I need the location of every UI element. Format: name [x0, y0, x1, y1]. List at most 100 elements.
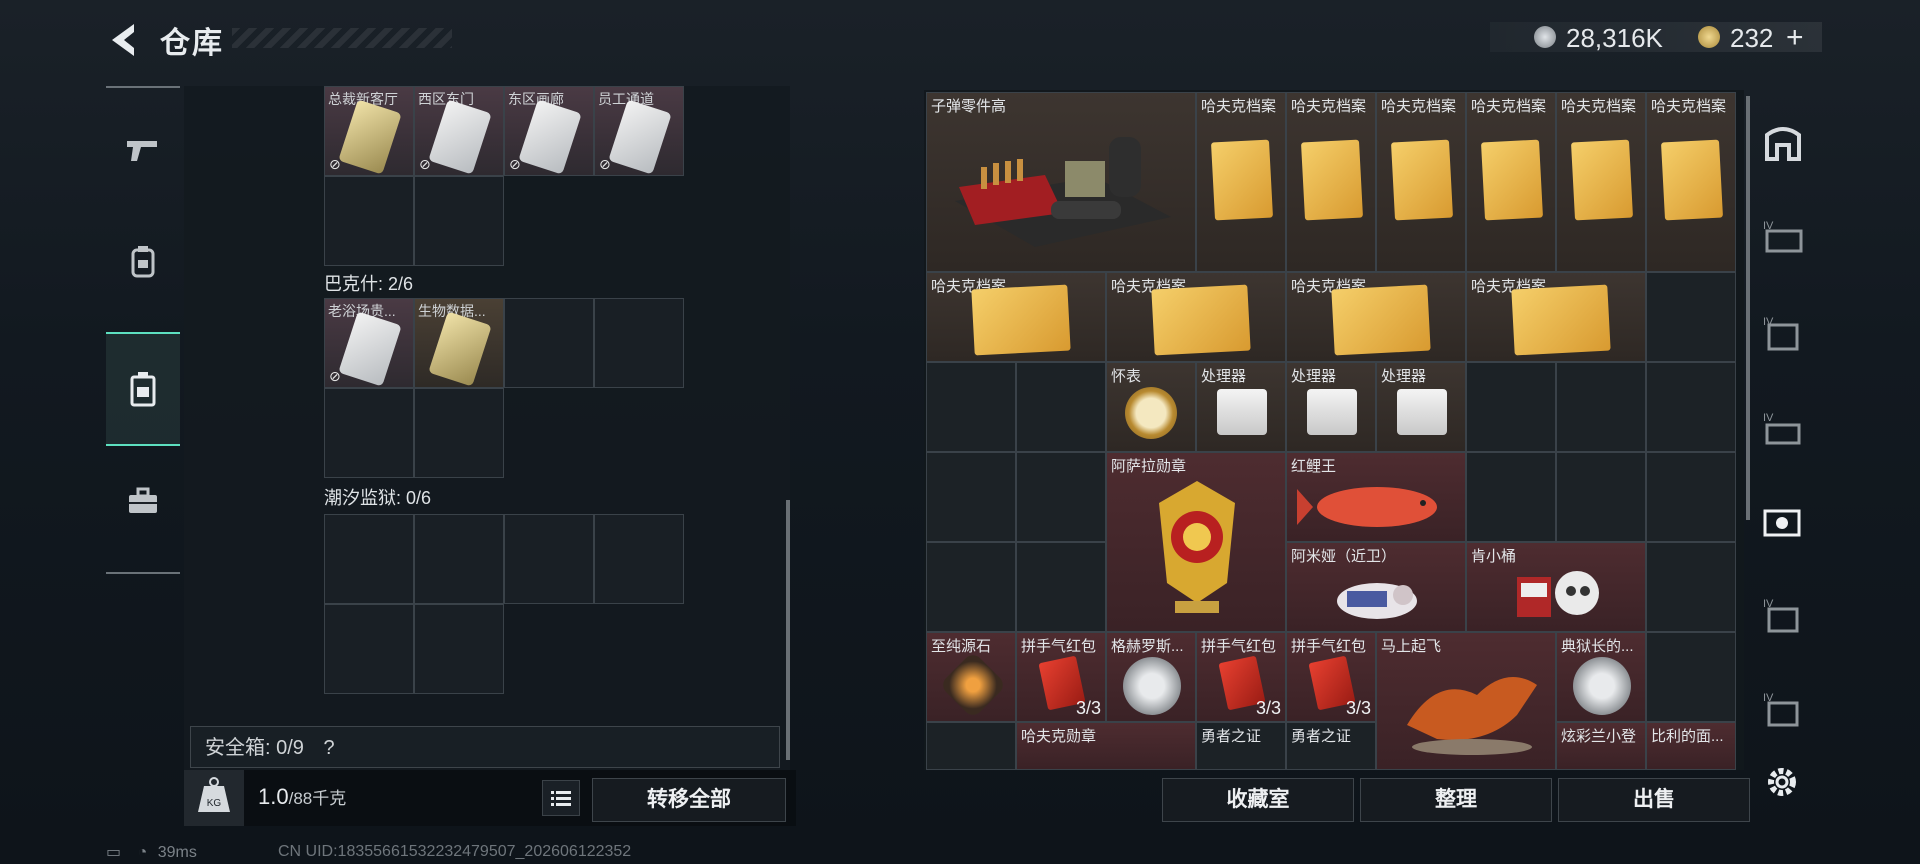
keycard-icon: [338, 311, 402, 387]
item-red-envelope[interactable]: 拼手气红包 3/3: [1016, 632, 1106, 722]
nav-toolbox[interactable]: [106, 446, 180, 556]
right-scrollbar[interactable]: [1746, 96, 1750, 520]
key-card-slot[interactable]: 总裁新客厅 ⊘: [324, 86, 414, 176]
item-pure-originium[interactable]: 至纯源石: [926, 632, 1016, 722]
empty-slot[interactable]: [1646, 632, 1736, 722]
item-pocket-watch[interactable]: 怀表: [1106, 362, 1196, 452]
processor-icon: [1217, 389, 1267, 435]
item-ammo-parts[interactable]: 子弹零件高: [926, 92, 1196, 272]
collection-room-button[interactable]: 收藏室: [1162, 778, 1354, 822]
empty-slot[interactable]: [594, 298, 684, 388]
empty-slot[interactable]: [1016, 362, 1106, 452]
item-warden-coin[interactable]: 典狱长的...: [1556, 632, 1646, 722]
back-arrow-icon[interactable]: [104, 20, 144, 60]
item-horse-statue[interactable]: 马上起飞: [1376, 632, 1556, 770]
empty-slot[interactable]: [324, 388, 414, 478]
item-xuancai-stool[interactable]: 炫彩兰小登: [1556, 722, 1646, 770]
item-brave-proof[interactable]: 勇者之证: [1286, 722, 1376, 770]
empty-slot[interactable]: [324, 514, 414, 604]
empty-slot[interactable]: [414, 176, 504, 266]
item-processor[interactable]: 处理器: [1286, 362, 1376, 452]
item-red-envelope[interactable]: 拼手气红包 3/3: [1196, 632, 1286, 722]
key-card-slot[interactable]: 老浴场贵... ⊘: [324, 298, 414, 388]
empty-slot[interactable]: [414, 604, 504, 694]
empty-slot[interactable]: [324, 176, 414, 266]
item-haf-medal[interactable]: 哈夫克勋章: [1016, 722, 1196, 770]
stash-page-3[interactable]: IV: [1752, 384, 1814, 474]
empty-slot[interactable]: [324, 604, 414, 694]
empty-slot[interactable]: [1466, 362, 1556, 452]
key-card-slot[interactable]: 西区东门 ⊘: [414, 86, 504, 176]
item-haf-archive[interactable]: 哈夫克档案: [1466, 272, 1646, 362]
item-brave-proof[interactable]: 勇者之证: [1196, 722, 1286, 770]
empty-slot[interactable]: [1556, 362, 1646, 452]
empty-slot[interactable]: [1466, 452, 1556, 542]
stash-page-4-active[interactable]: [1752, 476, 1814, 566]
safebox-header[interactable]: 安全箱: 0/9 ?: [190, 726, 780, 768]
empty-slot[interactable]: [1646, 272, 1736, 362]
item-label: 阿米娅（近卫）: [1291, 548, 1397, 565]
item-haf-archive[interactable]: 哈夫克档案: [1196, 92, 1286, 272]
item-kenxiaotong-figure[interactable]: 肯小桶: [1466, 542, 1646, 632]
keycard-icon: [428, 311, 492, 387]
sort-button[interactable]: 整理: [1360, 778, 1552, 822]
help-icon[interactable]: ?: [323, 737, 334, 759]
empty-slot[interactable]: [414, 514, 504, 604]
item-red-carp[interactable]: 红鲤王: [1286, 452, 1466, 542]
empty-slot[interactable]: [1556, 452, 1646, 542]
item-haf-archive[interactable]: 哈夫克档案: [1286, 272, 1466, 362]
stash-page-1[interactable]: IV: [1752, 192, 1814, 282]
item-haf-archive[interactable]: 哈夫克档案: [1286, 92, 1376, 272]
folder-icon: [1480, 139, 1544, 221]
stash-page-6[interactable]: IV: [1752, 664, 1814, 754]
item-billy-mask[interactable]: 比利的面...: [1646, 722, 1736, 770]
empty-slot[interactable]: [1646, 362, 1736, 452]
item-haf-archive[interactable]: 哈夫克档案: [1646, 92, 1736, 272]
empty-slot[interactable]: [504, 298, 594, 388]
empty-slot[interactable]: [926, 542, 1016, 632]
empty-slot[interactable]: [1016, 452, 1106, 542]
stash-page-5[interactable]: IV: [1752, 570, 1814, 660]
list-view-button[interactable]: [542, 780, 580, 816]
stash-tier-icon: IV: [1763, 220, 1803, 253]
left-scrollbar[interactable]: [786, 500, 790, 760]
item-processor[interactable]: 处理器: [1196, 362, 1286, 452]
settings-gear-icon[interactable]: [1764, 764, 1800, 800]
item-haf-archive[interactable]: 哈夫克档案: [1556, 92, 1646, 272]
pistol-icon: [127, 141, 157, 161]
item-red-envelope[interactable]: 拼手气红包 3/3: [1286, 632, 1376, 722]
transfer-all-button[interactable]: 转移全部: [592, 778, 786, 822]
item-asala-medal[interactable]: 阿萨拉勋章: [1106, 452, 1286, 632]
section-chaoxi: 潮汐监狱: 0/6: [324, 488, 432, 508]
key-card-slot[interactable]: 东区画廊 ⊘: [504, 86, 594, 176]
key-card-slot[interactable]: 生物数据...: [414, 298, 504, 388]
nav-gear[interactable]: [106, 206, 180, 316]
nav-containers[interactable]: [106, 332, 180, 446]
item-amiya-figure[interactable]: 阿米娅（近卫）: [1286, 542, 1466, 632]
empty-slot[interactable]: [414, 388, 504, 478]
empty-slot[interactable]: [1646, 452, 1736, 542]
empty-slot[interactable]: [1646, 542, 1736, 632]
item-haf-archive[interactable]: 哈夫克档案: [926, 272, 1106, 362]
empty-slot[interactable]: [926, 722, 1016, 770]
key-card-slot[interactable]: 员工通道 ⊘: [594, 86, 684, 176]
stash-page-main[interactable]: [1752, 98, 1814, 188]
nav-weapons[interactable]: [106, 94, 180, 204]
empty-slot[interactable]: [594, 514, 684, 604]
empty-slot[interactable]: [926, 452, 1016, 542]
add-currency-button[interactable]: +: [1786, 21, 1804, 55]
coin-icon: [1573, 657, 1631, 715]
no-transfer-icon: ⊘: [419, 156, 431, 172]
item-label: 勇者之证: [1201, 728, 1262, 745]
empty-slot[interactable]: [926, 362, 1016, 452]
item-haf-archive[interactable]: 哈夫克档案: [1106, 272, 1286, 362]
empty-slot[interactable]: [504, 514, 594, 604]
item-haf-archive[interactable]: 哈夫克档案: [1466, 92, 1556, 272]
empty-slot[interactable]: [1016, 542, 1106, 632]
item-haf-archive[interactable]: 哈夫克档案: [1376, 92, 1466, 272]
item-gehe-coin[interactable]: 格赫罗斯...: [1106, 632, 1196, 722]
item-processor[interactable]: 处理器: [1376, 362, 1466, 452]
stash-page-2[interactable]: IV: [1752, 288, 1814, 378]
sell-button[interactable]: 出售: [1558, 778, 1750, 822]
keycard-icon: [518, 99, 582, 175]
